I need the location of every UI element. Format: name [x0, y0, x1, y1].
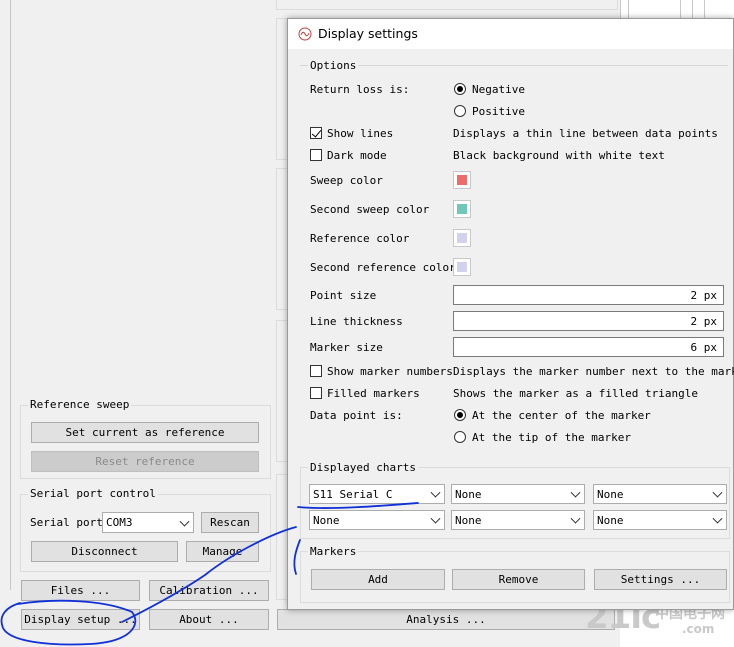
annotation-circle	[0, 599, 137, 646]
annotation-underline	[297, 502, 419, 509]
annotation-hook	[293, 539, 301, 575]
annotation-overlay	[0, 502, 419, 646]
annotation-arrow-line	[121, 526, 297, 623]
